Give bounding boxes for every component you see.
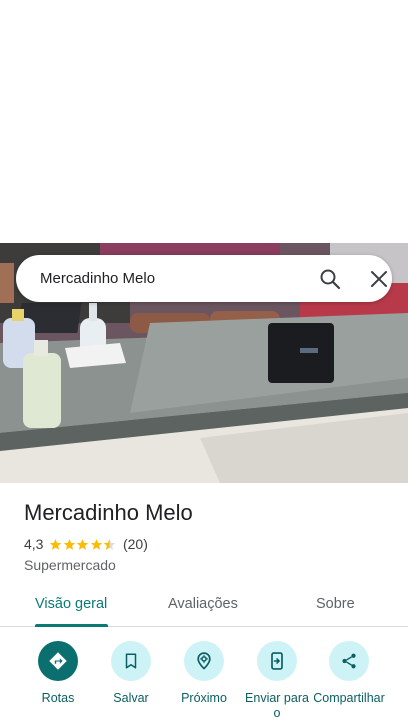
rating-row[interactable]: 4,3 (20) [24, 536, 148, 552]
share-button[interactable]: Compartilhar [309, 641, 389, 706]
action-buttons: Rotas Salvar Próximo Enviar para o Compa… [0, 641, 408, 726]
nearby-button[interactable]: Próximo [164, 641, 244, 706]
rating-value: 4,3 [24, 536, 44, 552]
share-icon [329, 641, 369, 681]
search-bar[interactable]: Mercadinho Melo [16, 255, 392, 302]
directions-icon [38, 641, 78, 681]
directions-label: Rotas [41, 691, 75, 705]
bookmark-icon [111, 641, 151, 681]
rating-stars [49, 538, 117, 551]
star-icon [77, 538, 89, 550]
tab-about[interactable]: Sobre [316, 596, 355, 612]
star-icon [63, 538, 76, 550]
star-icon [90, 538, 103, 550]
search-icon[interactable] [318, 267, 342, 291]
active-tab-indicator [35, 624, 108, 627]
map-area-blank [0, 0, 408, 243]
star-icon [50, 538, 62, 550]
half-star-icon [104, 538, 116, 550]
tab-overview[interactable]: Visão geral [35, 596, 107, 612]
close-icon[interactable] [368, 268, 390, 290]
place-title: Mercadinho Melo [24, 500, 193, 525]
send-to-phone-label: Enviar para o [245, 691, 309, 720]
review-count: (20) [122, 536, 148, 552]
send-to-phone-icon [257, 641, 297, 681]
place-details-sheet: Mercadinho Melo 4,3 (20) Supermercado Vi… [0, 483, 408, 726]
tab-bar: Visão geral Avaliações Sobre [0, 587, 408, 627]
directions-button[interactable]: Rotas [18, 641, 98, 706]
tab-reviews[interactable]: Avaliações [168, 596, 238, 612]
place-category: Supermercado [24, 557, 116, 573]
share-label: Compartilhar [313, 691, 385, 705]
nearby-label: Próximo [181, 691, 227, 705]
save-button[interactable]: Salvar [91, 641, 171, 706]
nearby-icon [184, 641, 224, 681]
save-label: Salvar [113, 691, 149, 705]
send-to-phone-button[interactable]: Enviar para o [237, 641, 317, 721]
